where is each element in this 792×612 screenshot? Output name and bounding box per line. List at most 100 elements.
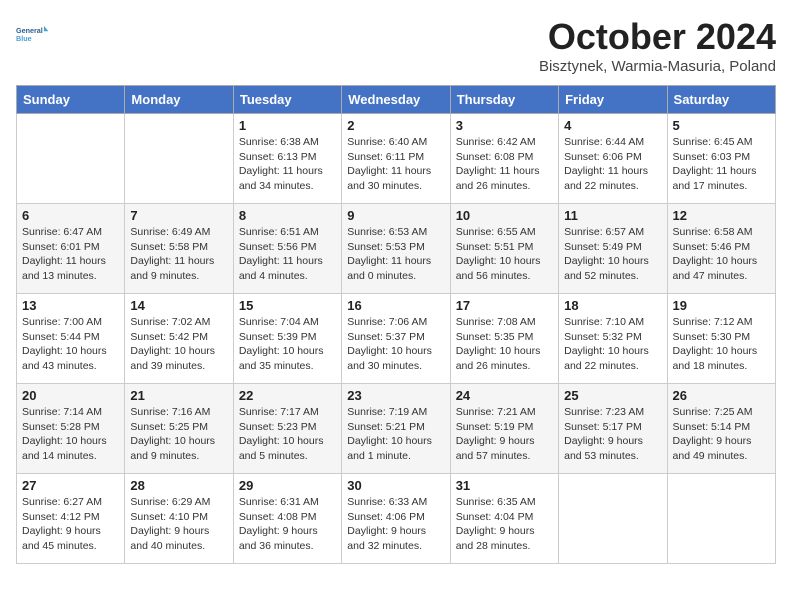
day-info: Sunrise: 7:25 AM Sunset: 5:14 PM Dayligh…: [673, 405, 770, 464]
calendar-cell: 6 Sunrise: 6:47 AM Sunset: 6:01 PM Daylig…: [17, 204, 125, 294]
day-number: 1: [239, 118, 336, 133]
calendar-cell: 27 Sunrise: 6:27 AM Sunset: 4:12 PM Dayli…: [17, 474, 125, 564]
day-info: Sunrise: 6:57 AM Sunset: 5:49 PM Dayligh…: [564, 225, 661, 284]
day-number: 17: [456, 298, 553, 313]
day-info: Sunrise: 6:47 AM Sunset: 6:01 PM Dayligh…: [22, 225, 119, 284]
logo-icon: GeneralBlue: [16, 16, 52, 52]
day-info: Sunrise: 6:35 AM Sunset: 4:04 PM Dayligh…: [456, 495, 553, 554]
day-info: Sunrise: 7:17 AM Sunset: 5:23 PM Dayligh…: [239, 405, 336, 464]
day-number: 27: [22, 478, 119, 493]
calendar-cell: 23Sunrise: 7:19 AM Sunset: 5:21 PM Dayli…: [342, 384, 450, 474]
day-number: 11: [564, 208, 661, 223]
day-number: 23: [347, 388, 444, 403]
day-info: Sunrise: 7:12 AM Sunset: 5:30 PM Dayligh…: [673, 315, 770, 374]
day-info: Sunrise: 6:31 AM Sunset: 4:08 PM Dayligh…: [239, 495, 336, 554]
day-number: 25: [564, 388, 661, 403]
calendar-cell: 17 Sunrise: 7:08 AM Sunset: 5:35 PM Dayli…: [450, 294, 558, 384]
calendar-cell: 7 Sunrise: 6:49 AM Sunset: 5:58 PM Daylig…: [125, 204, 233, 294]
calendar-cell: 22 Sunrise: 7:17 AM Sunset: 5:23 PM Dayli…: [233, 384, 341, 474]
calendar-cell: 5Sunrise: 6:45 AM Sunset: 6:03 PM Daylig…: [667, 114, 775, 204]
week-row-4: 20Sunrise: 7:14 AM Sunset: 5:28 PM Dayli…: [17, 384, 776, 474]
week-row-3: 13 Sunrise: 7:00 AM Sunset: 5:44 PM Dayli…: [17, 294, 776, 384]
location: Bisztynek, Warmia-Masuria, Poland: [539, 58, 776, 75]
day-number: 14: [130, 298, 227, 313]
calendar-cell: [125, 114, 233, 204]
day-number: 18: [564, 298, 661, 313]
svg-text:Blue: Blue: [16, 34, 32, 43]
weekday-header-sunday: Sunday: [17, 86, 125, 114]
week-row-2: 6 Sunrise: 6:47 AM Sunset: 6:01 PM Daylig…: [17, 204, 776, 294]
day-info: Sunrise: 7:21 AM Sunset: 5:19 PM Dayligh…: [456, 405, 553, 464]
calendar-cell: 10 Sunrise: 6:55 AM Sunset: 5:51 PM Dayli…: [450, 204, 558, 294]
weekday-header-row: SundayMondayTuesdayWednesdayThursdayFrid…: [17, 86, 776, 114]
day-number: 29: [239, 478, 336, 493]
day-info: Sunrise: 7:02 AM Sunset: 5:42 PM Dayligh…: [130, 315, 227, 374]
calendar-cell: 16Sunrise: 7:06 AM Sunset: 5:37 PM Dayli…: [342, 294, 450, 384]
day-info: Sunrise: 6:55 AM Sunset: 5:51 PM Dayligh…: [456, 225, 553, 284]
day-info: Sunrise: 7:23 AM Sunset: 5:17 PM Dayligh…: [564, 405, 661, 464]
day-info: Sunrise: 7:08 AM Sunset: 5:35 PM Dayligh…: [456, 315, 553, 374]
day-number: 4: [564, 118, 661, 133]
logo: GeneralBlue: [16, 16, 52, 52]
calendar-cell: 15 Sunrise: 7:04 AM Sunset: 5:39 PM Dayli…: [233, 294, 341, 384]
page-header: GeneralBlue October 2024 Bisztynek, Warm…: [16, 16, 776, 75]
calendar-cell: 4 Sunrise: 6:44 AM Sunset: 6:06 PM Daylig…: [559, 114, 667, 204]
calendar-cell: 21 Sunrise: 7:16 AM Sunset: 5:25 PM Dayli…: [125, 384, 233, 474]
weekday-header-thursday: Thursday: [450, 86, 558, 114]
calendar-table: SundayMondayTuesdayWednesdayThursdayFrid…: [16, 85, 776, 564]
day-number: 21: [130, 388, 227, 403]
calendar-cell: 13 Sunrise: 7:00 AM Sunset: 5:44 PM Dayli…: [17, 294, 125, 384]
calendar-cell: 31 Sunrise: 6:35 AM Sunset: 4:04 PM Dayli…: [450, 474, 558, 564]
calendar-cell: 26 Sunrise: 7:25 AM Sunset: 5:14 PM Dayli…: [667, 384, 775, 474]
day-info: Sunrise: 6:27 AM Sunset: 4:12 PM Dayligh…: [22, 495, 119, 554]
day-info: Sunrise: 6:53 AM Sunset: 5:53 PM Dayligh…: [347, 225, 444, 284]
week-row-1: 1Sunrise: 6:38 AM Sunset: 6:13 PM Daylig…: [17, 114, 776, 204]
day-info: Sunrise: 6:58 AM Sunset: 5:46 PM Dayligh…: [673, 225, 770, 284]
day-info: Sunrise: 7:00 AM Sunset: 5:44 PM Dayligh…: [22, 315, 119, 374]
weekday-header-saturday: Saturday: [667, 86, 775, 114]
calendar-cell: 8 Sunrise: 6:51 AM Sunset: 5:56 PM Daylig…: [233, 204, 341, 294]
calendar-cell: [667, 474, 775, 564]
day-number: 15: [239, 298, 336, 313]
calendar-cell: 11 Sunrise: 6:57 AM Sunset: 5:49 PM Dayli…: [559, 204, 667, 294]
week-row-5: 27 Sunrise: 6:27 AM Sunset: 4:12 PM Dayli…: [17, 474, 776, 564]
day-number: 28: [130, 478, 227, 493]
calendar-cell: 29 Sunrise: 6:31 AM Sunset: 4:08 PM Dayli…: [233, 474, 341, 564]
day-number: 19: [673, 298, 770, 313]
day-info: Sunrise: 7:14 AM Sunset: 5:28 PM Dayligh…: [22, 405, 119, 464]
day-number: 16: [347, 298, 444, 313]
day-number: 6: [22, 208, 119, 223]
day-number: 22: [239, 388, 336, 403]
calendar-cell: 28Sunrise: 6:29 AM Sunset: 4:10 PM Dayli…: [125, 474, 233, 564]
day-number: 12: [673, 208, 770, 223]
day-number: 2: [347, 118, 444, 133]
day-number: 3: [456, 118, 553, 133]
day-info: Sunrise: 6:33 AM Sunset: 4:06 PM Dayligh…: [347, 495, 444, 554]
title-block: October 2024 Bisztynek, Warmia-Masuria, …: [539, 16, 776, 75]
day-info: Sunrise: 6:44 AM Sunset: 6:06 PM Dayligh…: [564, 135, 661, 194]
calendar-cell: 30 Sunrise: 6:33 AM Sunset: 4:06 PM Dayli…: [342, 474, 450, 564]
day-info: Sunrise: 7:16 AM Sunset: 5:25 PM Dayligh…: [130, 405, 227, 464]
day-number: 10: [456, 208, 553, 223]
day-info: Sunrise: 6:51 AM Sunset: 5:56 PM Dayligh…: [239, 225, 336, 284]
svg-text:General: General: [16, 26, 43, 35]
calendar-cell: 18Sunrise: 7:10 AM Sunset: 5:32 PM Dayli…: [559, 294, 667, 384]
day-number: 13: [22, 298, 119, 313]
day-info: Sunrise: 6:42 AM Sunset: 6:08 PM Dayligh…: [456, 135, 553, 194]
weekday-header-monday: Monday: [125, 86, 233, 114]
day-info: Sunrise: 6:40 AM Sunset: 6:11 PM Dayligh…: [347, 135, 444, 194]
day-info: Sunrise: 6:49 AM Sunset: 5:58 PM Dayligh…: [130, 225, 227, 284]
calendar-cell: 14 Sunrise: 7:02 AM Sunset: 5:42 PM Dayli…: [125, 294, 233, 384]
day-number: 7: [130, 208, 227, 223]
calendar-cell: 3 Sunrise: 6:42 AM Sunset: 6:08 PM Daylig…: [450, 114, 558, 204]
day-info: Sunrise: 7:04 AM Sunset: 5:39 PM Dayligh…: [239, 315, 336, 374]
day-number: 9: [347, 208, 444, 223]
day-number: 30: [347, 478, 444, 493]
day-number: 8: [239, 208, 336, 223]
day-number: 31: [456, 478, 553, 493]
day-number: 24: [456, 388, 553, 403]
calendar-cell: 24 Sunrise: 7:21 AM Sunset: 5:19 PM Dayli…: [450, 384, 558, 474]
calendar-cell: 12 Sunrise: 6:58 AM Sunset: 5:46 PM Dayli…: [667, 204, 775, 294]
day-number: 26: [673, 388, 770, 403]
calendar-cell: [559, 474, 667, 564]
